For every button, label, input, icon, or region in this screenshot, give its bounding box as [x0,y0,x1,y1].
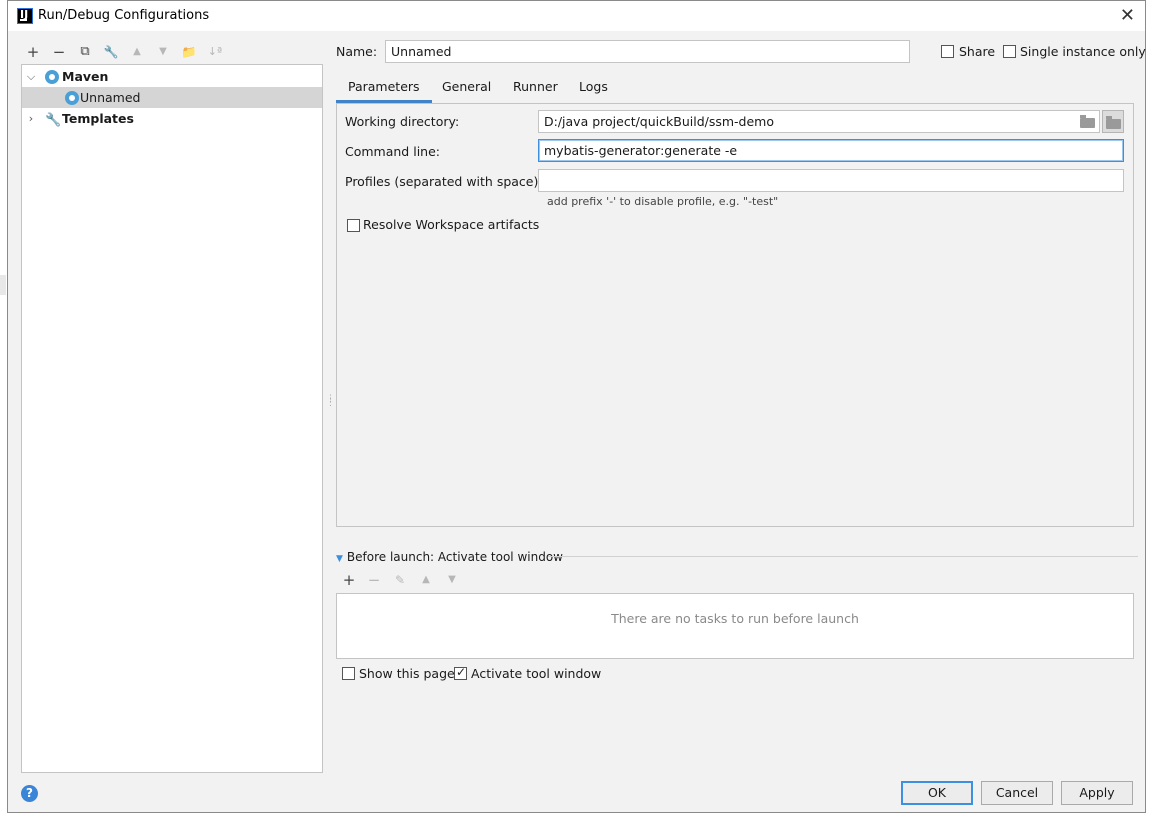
insert-macro-button[interactable] [1102,110,1124,133]
profiles-input[interactable] [538,169,1124,192]
share-label: Share [959,44,996,59]
triangle-down-icon: ▼ [336,554,343,564]
chevron-right-icon[interactable]: › [25,108,37,129]
background-mark [0,275,6,295]
splitter-handle[interactable]: ⋮ ⋮ [326,395,335,415]
show-this-page-label: Show this page [359,666,455,681]
working-directory-input[interactable]: D:/java project/quickBuild/ssm-demo [538,110,1100,133]
command-line-label: Command line: [345,144,440,159]
name-input[interactable]: Unnamed [385,40,910,63]
tree-item-unnamed[interactable]: Unnamed [22,87,322,108]
window-title: Run/Debug Configurations [38,8,210,23]
resolve-workspace-label: Resolve Workspace artifacts [363,217,540,232]
separator-line [548,556,1138,557]
tab-general[interactable]: General [430,73,503,103]
move-task-up-button[interactable]: ▲ [415,569,437,591]
tree-item-templates[interactable]: › 🔧 Templates [22,108,322,129]
single-instance-checkbox[interactable] [1003,45,1016,58]
before-launch-task-list: There are no tasks to run before launch [336,593,1134,659]
profiles-label: Profiles (separated with space): [345,174,543,189]
profiles-hint: add prefix '-' to disable profile, e.g. … [547,195,779,208]
add-configuration-button[interactable]: + [22,41,44,63]
working-directory-label: Working directory: [345,114,460,129]
ok-button[interactable]: OK [901,781,973,805]
maven-gear-icon [45,70,59,84]
chevron-down-icon[interactable]: ⌵ [25,66,37,87]
tree-item-label: Templates [62,111,134,126]
name-label: Name: [336,44,378,59]
tab-parameters[interactable]: Parameters [336,73,432,103]
remove-configuration-button[interactable]: − [48,41,70,63]
edit-task-pencil-icon[interactable]: ✎ [389,569,411,591]
remove-task-button[interactable]: − [363,569,385,591]
close-icon[interactable]: ✕ [1120,5,1135,26]
title-bar: IJ Run/Debug Configurations ✕ [8,1,1145,31]
tree-item-label: Unnamed [80,90,141,105]
cancel-button[interactable]: Cancel [981,781,1053,805]
help-icon[interactable]: ? [21,785,38,802]
intellij-app-icon: IJ [17,8,33,24]
configuration-tree: ⌵ Maven Unnamed › 🔧 Templates [21,64,323,773]
resolve-workspace-checkbox[interactable] [347,219,360,232]
run-debug-dialog: IJ Run/Debug Configurations ✕ + − ⧉ 🔧 ▲ … [7,0,1146,813]
browse-folder-icon[interactable] [1080,115,1095,128]
maven-gear-icon [65,91,79,105]
apply-button[interactable]: Apply [1061,781,1133,805]
before-launch-header[interactable]: ▼ Before launch: Activate tool window [336,549,563,565]
move-task-down-button[interactable]: ▼ [441,569,463,591]
activate-tool-window-checkbox[interactable] [454,665,467,680]
activate-tool-window-label: Activate tool window [471,666,602,681]
add-task-button[interactable]: + [338,569,360,591]
copy-configuration-button[interactable]: ⧉ [74,41,96,63]
sort-button[interactable]: ↓ª [204,41,226,63]
folder-icon [1106,116,1121,129]
wrench-icon: 🔧 [45,113,62,128]
tab-logs[interactable]: Logs [567,73,620,103]
show-this-page-checkbox[interactable] [342,667,355,680]
move-up-button[interactable]: ▲ [126,41,148,63]
new-folder-button[interactable]: 📁 [178,41,200,63]
command-line-input[interactable]: mybatis-generator:generate -e [538,139,1124,162]
edit-defaults-wrench-icon[interactable]: 🔧 [100,41,122,63]
share-checkbox[interactable] [941,45,954,58]
tree-item-maven[interactable]: ⌵ Maven [22,66,322,87]
parameters-panel: Working directory: D:/java project/quick… [336,103,1134,527]
tab-runner[interactable]: Runner [501,73,570,103]
single-instance-label: Single instance only [1020,44,1146,59]
move-down-button[interactable]: ▼ [152,41,174,63]
tree-item-label: Maven [62,69,109,84]
before-launch-title: Before launch: Activate tool window [346,550,563,564]
